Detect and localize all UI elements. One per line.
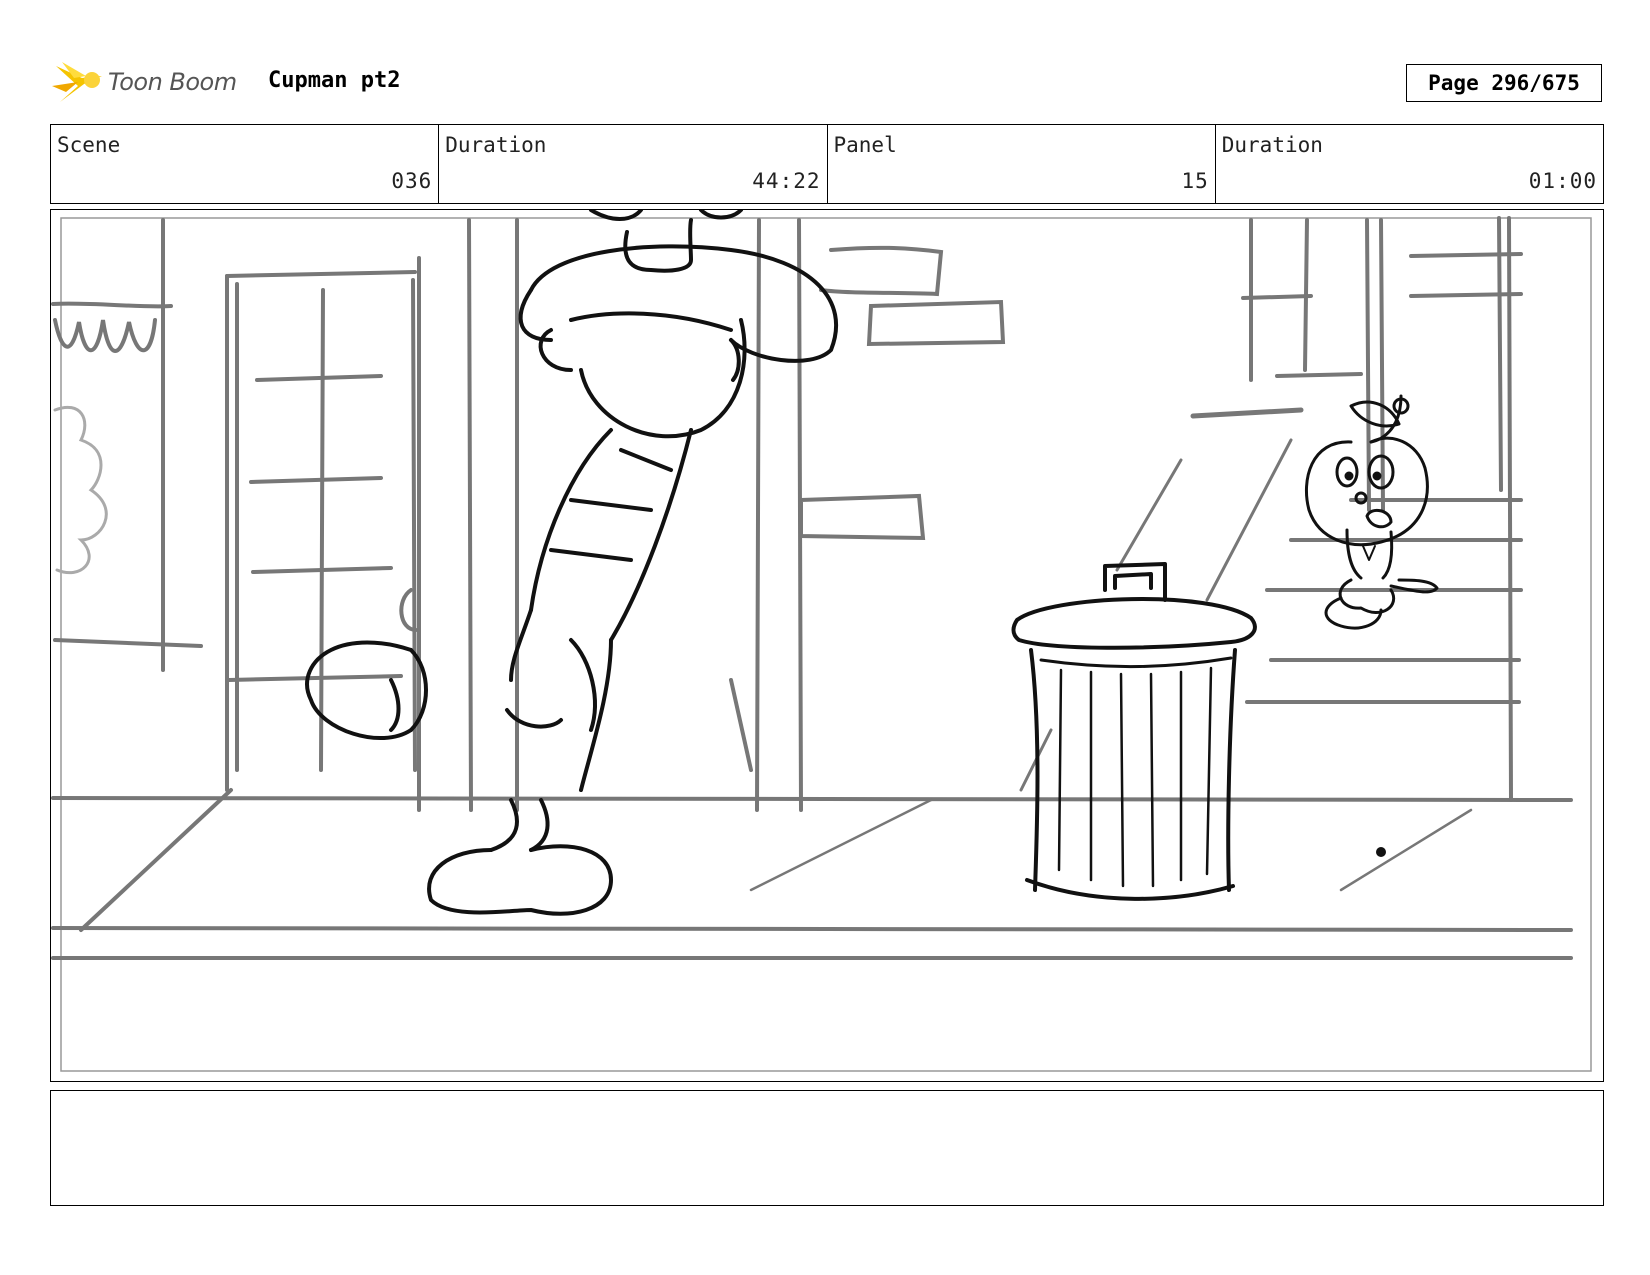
- panel-value: 15: [1181, 169, 1209, 193]
- panel-label: Panel: [833, 133, 897, 157]
- safe-area-frame: [60, 217, 1592, 1072]
- scene-label: Scene: [57, 133, 121, 157]
- scene-info-row: Scene 036 Duration 44:22 Panel 15 Durati…: [50, 124, 1604, 204]
- starburst-icon: [52, 62, 102, 102]
- scene-duration-value: 44:22: [752, 169, 821, 193]
- panel-notes: [50, 1090, 1604, 1206]
- toon-boom-logo: Toon Boom: [52, 58, 252, 108]
- panel-duration-cell: Duration 01:00: [1216, 125, 1603, 203]
- page-number: Page 296/675: [1406, 64, 1602, 102]
- page-header: Toon Boom Cupman pt2 Page 296/675: [52, 56, 1604, 112]
- panel-sketch: [51, 210, 1592, 1072]
- scene-cell: Scene 036: [51, 125, 440, 203]
- scene-duration-cell: Duration 44:22: [439, 125, 828, 203]
- panel-cell: Panel 15: [828, 125, 1216, 203]
- panel-duration-label: Duration: [1221, 133, 1323, 157]
- apple-character: [1304, 394, 1439, 630]
- logo-text: Toon Boom: [108, 68, 237, 96]
- scene-duration-label: Duration: [445, 133, 547, 157]
- storyboard-panel: [50, 209, 1604, 1082]
- panel-duration-value: 01:00: [1528, 169, 1597, 193]
- project-title: Cupman pt2: [268, 68, 401, 93]
- scene-value: 036: [391, 169, 433, 193]
- sketch-dot: [1376, 847, 1386, 857]
